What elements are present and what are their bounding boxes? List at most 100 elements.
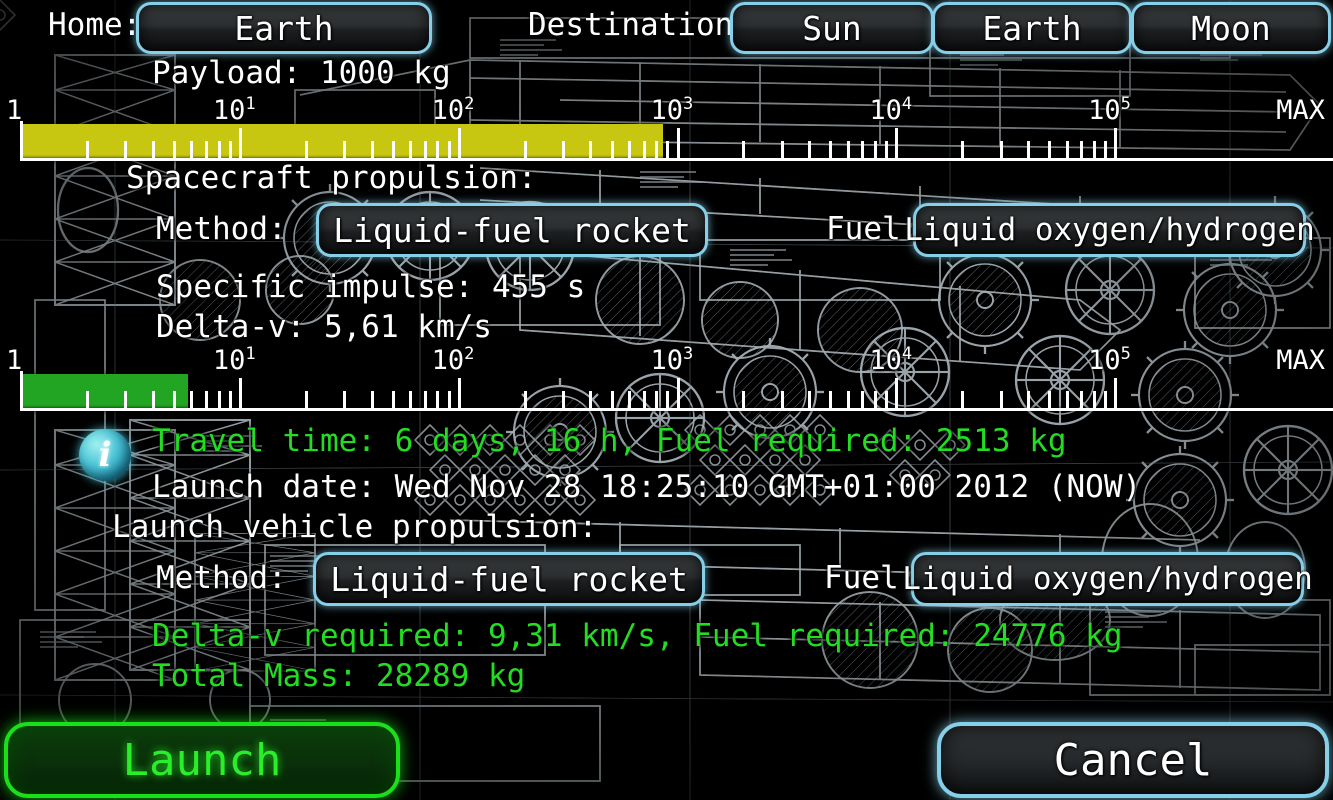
slider-tick-minor	[151, 141, 155, 158]
slider-tick-minor	[1048, 141, 1052, 158]
slider-tick-minor	[1065, 141, 1069, 158]
info-icon[interactable]: i	[79, 429, 131, 481]
slider-axis-label: 101	[212, 344, 256, 376]
launch-vehicle-delta-v-text: Delta-v required: 9,31 km/s, Fuel requir…	[152, 618, 1123, 654]
slider-tick-minor	[436, 141, 440, 158]
slider-tick-minor	[370, 141, 374, 158]
slider-tick-minor	[204, 391, 208, 408]
specific-impulse-text: Specific impulse: 455 s	[156, 269, 586, 305]
slider-tick-minor	[1027, 141, 1031, 158]
slider-tick-minor	[1104, 391, 1108, 408]
slider-tick-minor	[627, 141, 631, 158]
launch-button-label: Launch	[122, 734, 282, 786]
home-select[interactable]: Earth	[136, 2, 432, 54]
slider-tick-minor	[391, 141, 395, 158]
slider-tick-minor	[846, 391, 850, 408]
slider-tick-minor	[1104, 141, 1108, 158]
slider-tick-minor	[874, 141, 878, 158]
slider-axis-label: 101	[212, 94, 256, 126]
launch-vehicle-section-title: Launch vehicle propulsion:	[112, 509, 598, 545]
payload-slider[interactable]: 1 101 102 103 104 105 MAX	[0, 90, 1333, 166]
slider-tick-major	[676, 128, 680, 158]
destination-button-moon[interactable]: Moon	[1131, 2, 1331, 54]
slider-tick-minor	[885, 141, 889, 158]
payload-slider-fill	[20, 124, 664, 160]
slider-tick-minor	[846, 141, 850, 158]
launch-vehicle-method-value: Liquid-fuel rocket	[330, 559, 688, 599]
destination-label-sun: Sun	[802, 8, 862, 48]
launch-vehicle-fuel-select[interactable]: Liquid oxygen/hydrogen	[902, 552, 1313, 606]
cancel-button[interactable]: Cancel	[937, 722, 1329, 798]
slider-tick-minor	[562, 141, 566, 158]
home-select-value: Earth	[234, 8, 334, 48]
slider-tick-minor	[85, 141, 89, 158]
payload-slider-scale: 1 101 102 103 104 105 MAX	[0, 90, 1333, 126]
slider-tick-major	[895, 128, 899, 158]
slider-tick-minor	[523, 141, 527, 158]
slider-tick-minor	[343, 391, 347, 408]
slider-tick-minor	[172, 141, 176, 158]
slider-tick-minor	[655, 391, 659, 408]
slider-tick-minor	[1027, 391, 1031, 408]
destination-button-earth[interactable]: Earth	[932, 2, 1132, 54]
slider-tick-minor	[610, 141, 614, 158]
delta-v-slider[interactable]: 1 101 102 103 104 105 MAX	[0, 340, 1333, 416]
slider-axis-label: 102	[431, 94, 475, 126]
spacecraft-fuel-select[interactable]: Liquid oxygen/hydrogen	[904, 203, 1315, 257]
delta-v-slider-track[interactable]	[20, 371, 1333, 416]
spacecraft-method-label: Method:	[156, 211, 287, 247]
slider-axis-label: MAX	[1276, 95, 1325, 126]
slider-tick-minor	[423, 141, 427, 158]
slider-tick-minor	[228, 391, 232, 408]
slider-tick-minor	[151, 391, 155, 408]
spacecraft-fuel-value: Liquid oxygen/hydrogen	[904, 212, 1315, 248]
slider-tick-major	[676, 378, 680, 408]
destination-button-sun[interactable]: Sun	[730, 2, 934, 54]
slider-tick-major	[457, 378, 461, 408]
total-mass-text: Total Mass: 28289 kg	[152, 658, 526, 694]
slider-tick-minor	[999, 391, 1003, 408]
slider-tick-minor	[999, 141, 1003, 158]
slider-tick-minor	[523, 391, 527, 408]
slider-tick-minor	[423, 391, 427, 408]
spacecraft-delta-v-text: Delta-v: 5,61 km/s	[156, 309, 492, 345]
slider-axis-label: MAX	[1276, 345, 1325, 376]
destination-label-earth: Earth	[982, 8, 1082, 48]
slider-axis-label: 105	[1088, 344, 1131, 376]
slider-tick-minor	[1080, 391, 1084, 408]
launch-vehicle-method-select[interactable]: Liquid-fuel rocket	[313, 552, 705, 606]
slider-tick-minor	[343, 141, 347, 158]
slider-tick-minor	[780, 391, 784, 408]
home-label: Home:	[48, 7, 142, 43]
slider-tick-minor	[610, 391, 614, 408]
slider-axis-label: 104	[869, 94, 913, 126]
slider-tick-minor	[304, 141, 308, 158]
launch-vehicle-fuel-value: Liquid oxygen/hydrogen	[902, 561, 1313, 597]
payload-text: Payload: 1000 kg	[152, 55, 451, 91]
delta-v-slider-baseline	[20, 408, 1333, 411]
slider-tick-minor	[885, 391, 889, 408]
info-icon-glyph: i	[98, 435, 112, 475]
slider-tick-minor	[642, 391, 646, 408]
slider-tick-major	[20, 128, 23, 158]
slider-tick-minor	[808, 141, 812, 158]
slider-tick-minor	[742, 391, 746, 408]
slider-tick-minor	[1080, 141, 1084, 158]
launch-date-text: Launch date: Wed Nov 28 18:25:10 GMT+01:…	[152, 469, 1142, 505]
slider-tick-minor	[304, 391, 308, 408]
slider-axis-label: 1	[6, 95, 23, 126]
launch-vehicle-method-label: Method:	[156, 560, 287, 596]
slider-tick-minor	[217, 391, 221, 408]
slider-tick-minor	[190, 391, 194, 408]
destination-label-moon: Moon	[1191, 8, 1271, 48]
slider-tick-minor	[228, 141, 232, 158]
slider-tick-minor	[742, 141, 746, 158]
launch-button[interactable]: Launch	[4, 722, 400, 798]
slider-axis-label: 104	[869, 344, 913, 376]
slider-tick-minor	[172, 391, 176, 408]
slider-tick-minor	[190, 141, 194, 158]
travel-time-text: Travel time: 6 days, 16 h, Fuel required…	[152, 423, 1067, 459]
spacecraft-method-select[interactable]: Liquid-fuel rocket	[316, 203, 708, 257]
slider-axis-label: 102	[431, 344, 475, 376]
slider-axis-label: 1	[6, 345, 23, 376]
